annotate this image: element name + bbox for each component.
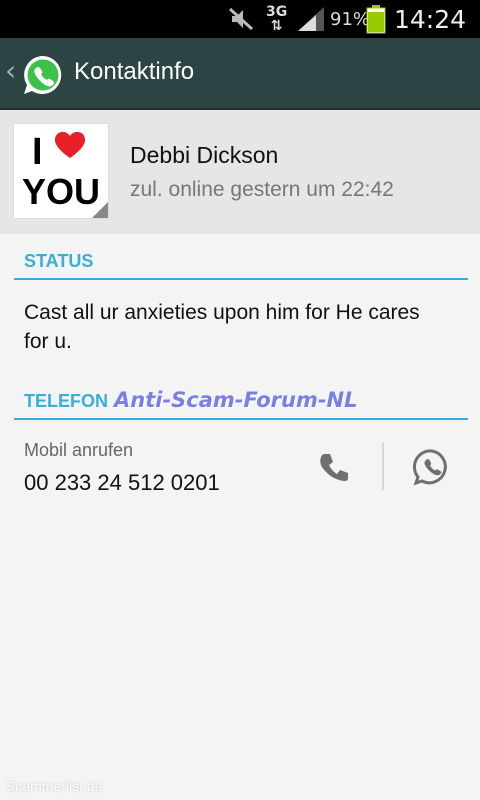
avatar-line2: YOU (22, 171, 100, 212)
whatsapp-logo-icon[interactable] (22, 54, 64, 100)
network-arrows: ⇅ (270, 18, 283, 34)
phone-number[interactable]: 00 233 24 512 0201 (24, 470, 220, 496)
status-text: Cast all ur anxieties upon him for He ca… (24, 301, 420, 353)
status-section-header: STATUS (14, 246, 468, 280)
mute-icon (226, 0, 256, 38)
battery-percent: 91% (330, 8, 371, 30)
divider (382, 443, 384, 490)
footer-watermark: Scammerlist.de (6, 778, 103, 794)
signal-icon (296, 0, 326, 38)
page-title: Kontaktinfo (74, 58, 195, 85)
status-bar: 3G ⇅ 91% 14:24 (0, 0, 480, 38)
network-indicator: 3G ⇅ (266, 3, 287, 35)
avatar-corner (92, 202, 108, 218)
avatar[interactable]: I YOU (14, 124, 108, 218)
whatsapp-chat-button[interactable] (406, 444, 458, 490)
clock: 14:24 (394, 4, 467, 34)
chevron-left-icon[interactable]: ‹ (5, 54, 16, 87)
call-button[interactable] (308, 446, 360, 490)
contact-header: I YOU Debbi Dickson zul. online gestern … (0, 110, 480, 234)
whatsapp-icon (413, 449, 447, 486)
watermark: Anti-Scam-Forum-NL (114, 388, 358, 412)
phone-label[interactable]: Mobil anrufen (24, 440, 133, 461)
contact-name: Debbi Dickson (130, 142, 279, 168)
action-bar: ‹ Kontaktinfo (0, 38, 480, 110)
phone-icon (320, 454, 348, 481)
heart-icon (54, 131, 86, 158)
last-seen: zul. online gestern um 22:42 (130, 178, 394, 201)
avatar-line1: I (32, 131, 43, 173)
network-type: 3G (266, 4, 288, 20)
battery-icon (366, 0, 386, 38)
